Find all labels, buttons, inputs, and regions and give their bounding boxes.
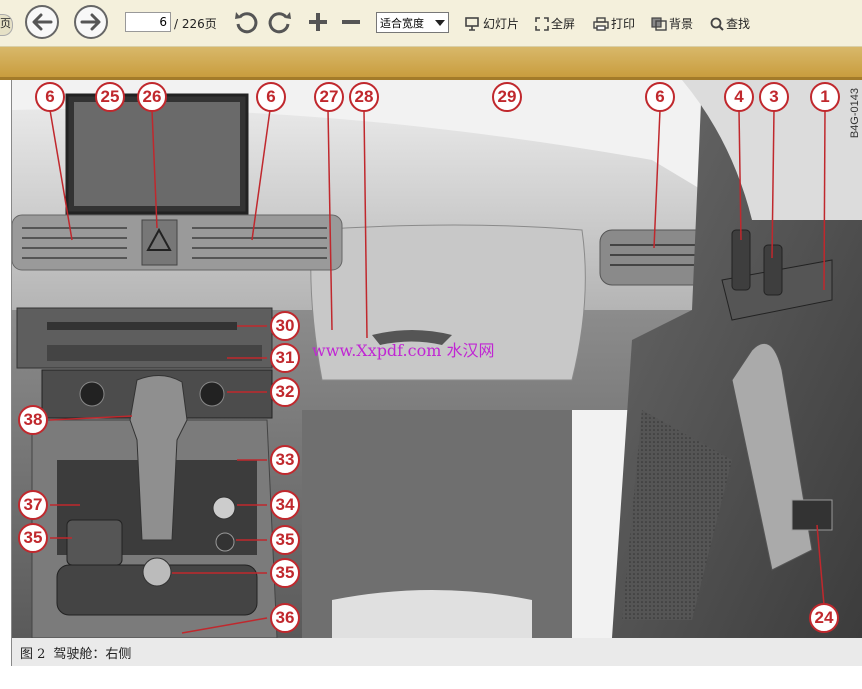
callout-32: 32 [270,377,300,407]
callout-35-left: 35 [18,523,48,553]
figure-caption: 图 2 驾驶舱：右侧 [11,638,862,666]
zoom-in-button[interactable] [307,11,329,37]
back-button[interactable] [25,5,59,39]
callout-38: 38 [18,405,48,435]
slideshow-button[interactable]: 幻灯片 [465,15,519,32]
callout-31: 31 [270,343,300,373]
arrow-right-icon [80,13,101,31]
background-icon [651,16,667,31]
callout-24: 24 [809,603,839,633]
prev-tab-label: 页 [0,17,11,30]
rotate-right-button[interactable] [267,9,293,39]
slideshow-label: 幻灯片 [483,17,520,31]
arrow-left-icon [32,13,53,31]
page-bottom [0,666,862,689]
zoom-select[interactable]: 适合宽度 [376,12,449,33]
fullscreen-button[interactable]: 全屏 [535,15,575,32]
callout-3: 3 [759,82,789,112]
watermark-text: www.Xxpdf.com 水汉网 [312,341,495,360]
callout-25: 25 [95,82,125,112]
zoom-select-value: 适合宽度 [380,16,424,30]
cockpit-illustration: 6 25 26 6 27 28 29 6 4 3 1 30 31 32 38 3… [11,80,862,638]
page-number-input[interactable] [125,12,171,32]
fullscreen-icon [535,16,549,31]
callout-4: 4 [724,82,754,112]
callout-29: 29 [492,82,522,112]
search-button[interactable]: 查找 [710,15,750,32]
callout-37: 37 [18,490,48,520]
callout-27: 27 [314,82,344,112]
print-button[interactable]: 打印 [593,15,635,32]
printer-icon [593,16,609,31]
search-label: 查找 [726,17,751,31]
zoom-out-button[interactable] [340,11,362,37]
fullscreen-label: 全屏 [551,17,576,31]
slideshow-icon [465,16,479,31]
figure-code: B4G-0143 [849,88,861,139]
callout-6-center-vent: 6 [256,82,286,112]
previous-document-tab[interactable]: 页 [0,14,13,36]
plus-icon [309,13,327,31]
callout-6-left-vent: 6 [35,82,65,112]
rotate-left-icon [235,12,258,34]
minus-icon [342,20,360,24]
caption-number: 图 2 [20,646,46,662]
rotate-right-icon [268,12,291,34]
callout-28: 28 [349,82,379,112]
callout-35-right-upper: 35 [270,525,300,555]
callout-34: 34 [270,490,300,520]
page-separator-band [0,47,862,77]
callout-26: 26 [137,82,167,112]
dropdown-arrow-icon [435,19,445,26]
callout-6-right-vent: 6 [645,82,675,112]
callout-33: 33 [270,445,300,475]
rotate-left-button[interactable] [233,9,259,39]
toolbar: 页 / 226页 适合宽度 幻灯片 全屏 打印 背景 查找 [0,0,862,47]
search-icon [710,17,724,31]
background-button[interactable]: 背景 [651,15,693,32]
callout-36: 36 [270,603,300,633]
callout-30: 30 [270,311,300,341]
forward-button[interactable] [74,5,108,39]
background-label: 背景 [669,17,694,31]
callout-35-right-lower: 35 [270,558,300,588]
page-total: / 226页 [174,17,217,31]
print-label: 打印 [611,17,636,31]
callout-1: 1 [810,82,840,112]
caption-text: 驾驶舱：右侧 [53,646,132,662]
